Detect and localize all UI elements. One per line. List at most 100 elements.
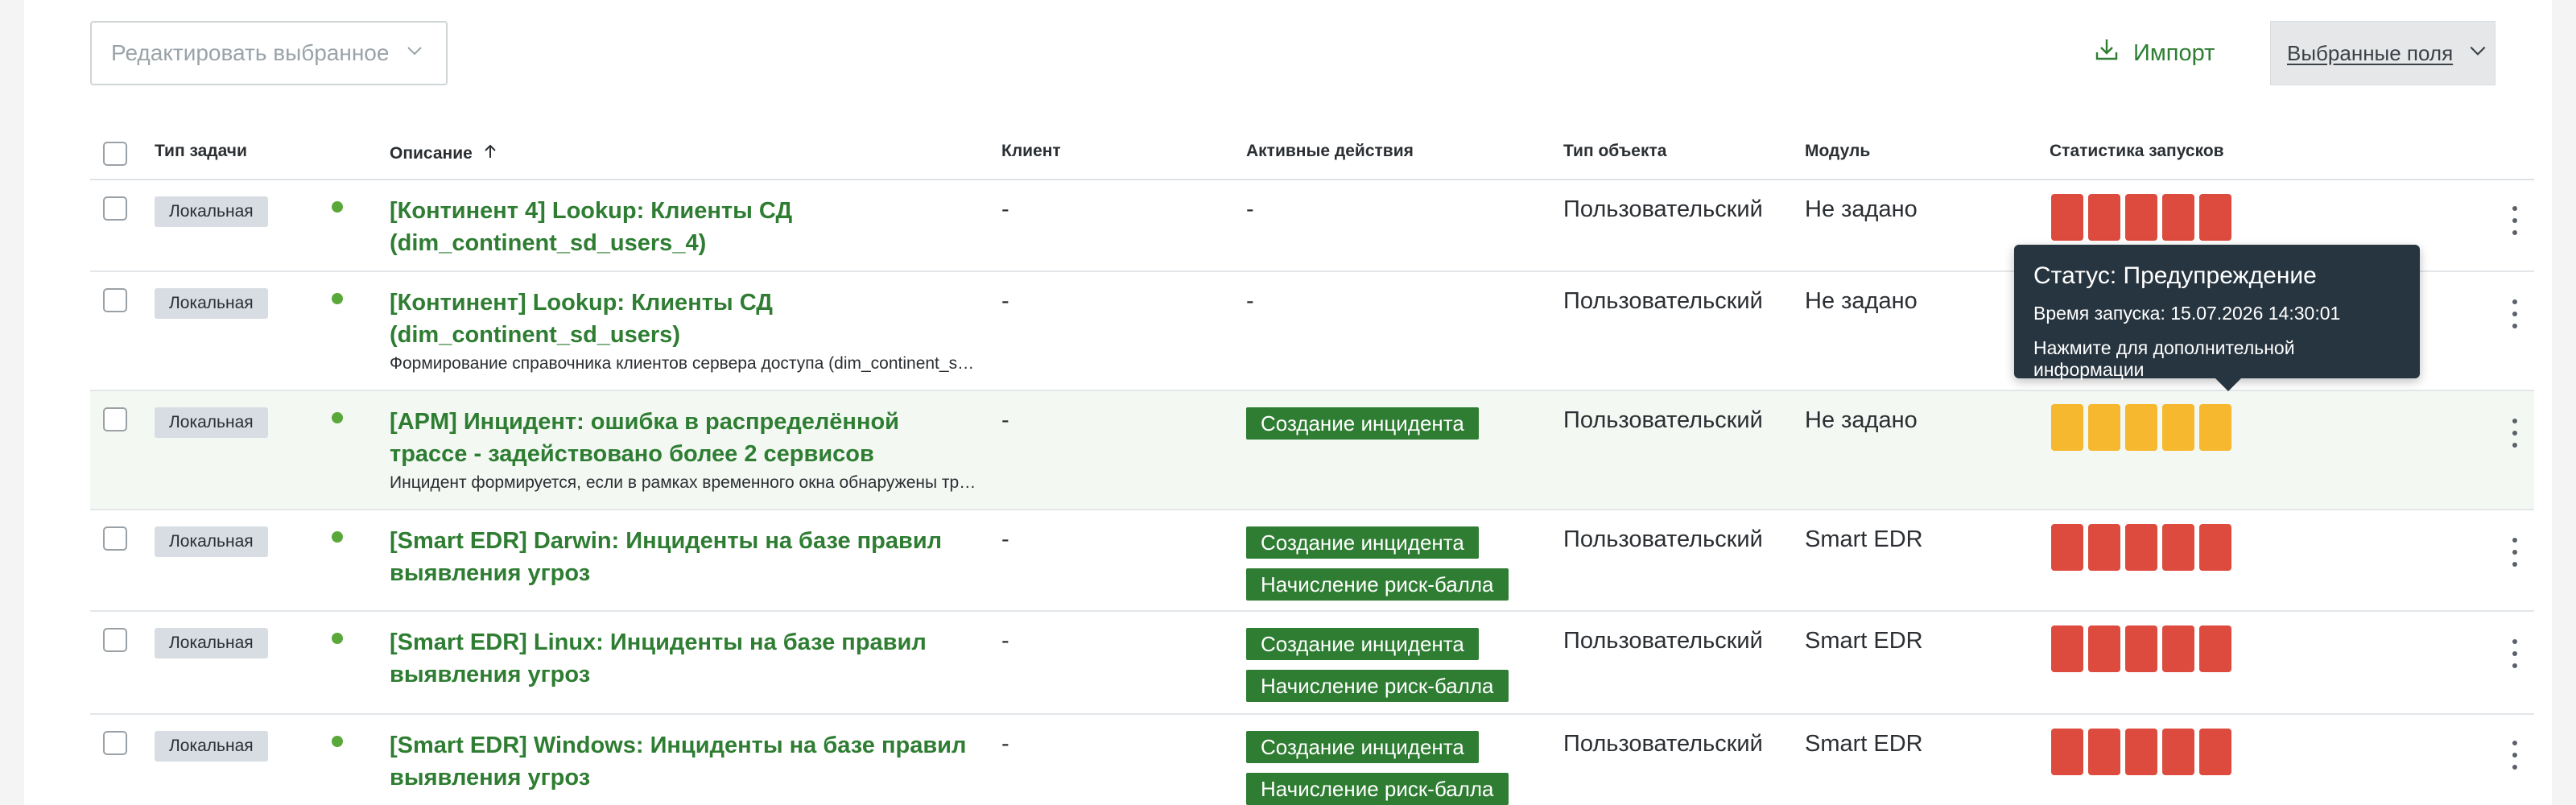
run-status-tooltip: Статус: Предупреждение Время запуска: 15… — [2014, 245, 2420, 391]
run-stat-error[interactable] — [2162, 524, 2194, 571]
task-title-link[interactable]: [Smart EDR] Darwin: Инциденты на базе пр… — [390, 525, 969, 589]
object-type-cell: Пользовательский — [1563, 288, 1763, 314]
client-cell: - — [1001, 628, 1009, 654]
run-stat-error[interactable] — [2199, 729, 2231, 775]
run-stat-error[interactable] — [2088, 625, 2120, 672]
header-module[interactable]: Модуль — [1805, 142, 1870, 161]
table-row[interactable]: Локальная [Smart EDR] Linux: Инциденты н… — [90, 612, 2534, 715]
run-stat-error[interactable] — [2199, 194, 2231, 241]
edit-selected-dropdown[interactable]: Редактировать выбранное — [90, 21, 448, 85]
run-stat-error[interactable] — [2199, 625, 2231, 672]
task-type-badge: Локальная — [155, 526, 268, 557]
header-client[interactable]: Клиент — [1001, 142, 1061, 161]
table-row[interactable]: Локальная [Smart EDR] Windows: Инциденты… — [90, 715, 2534, 805]
more-vertical-icon[interactable] — [2505, 538, 2524, 567]
task-title-link[interactable]: [Smart EDR] Linux: Инциденты на базе пра… — [390, 626, 969, 691]
import-icon — [2093, 36, 2120, 70]
client-cell: - — [1001, 196, 1009, 222]
run-stat-error[interactable] — [2051, 625, 2083, 672]
select-all-checkbox[interactable] — [103, 142, 127, 166]
run-stat-error[interactable] — [2199, 524, 2231, 571]
selected-fields-label: Выбранные поля — [2287, 40, 2454, 65]
object-type-cell: Пользовательский — [1563, 407, 1763, 433]
action-create-incident: Создание инцидента — [1246, 731, 1479, 763]
import-button[interactable]: Импорт — [2093, 21, 2215, 85]
header-run-stats[interactable]: Статистика запусков — [2050, 142, 2224, 161]
row-checkbox[interactable] — [103, 288, 127, 312]
task-title-link[interactable]: [Континент] Lookup: Клиенты СД (dim_cont… — [390, 287, 969, 351]
run-stat-warning[interactable] — [2199, 404, 2231, 451]
task-description: Инцидент формируется, если в рамках врем… — [390, 473, 977, 492]
run-stat-error[interactable] — [2162, 194, 2194, 241]
more-vertical-icon[interactable] — [2505, 419, 2524, 448]
tasks-panel: Редактировать выбранное Импорт Выбранные… — [24, 0, 2552, 805]
run-stat-error[interactable] — [2125, 194, 2157, 241]
import-label: Импорт — [2133, 39, 2215, 66]
status-dot — [332, 293, 343, 304]
row-checkbox[interactable] — [103, 628, 127, 652]
more-vertical-icon[interactable] — [2505, 299, 2524, 328]
run-stat-error[interactable] — [2162, 625, 2194, 672]
module-cell: Не задано — [1805, 407, 1918, 433]
object-type-cell: Пользовательский — [1563, 628, 1763, 654]
run-stat-error[interactable] — [2125, 729, 2157, 775]
table-row[interactable]: Локальная [Smart EDR] Darwin: Инциденты … — [90, 510, 2534, 612]
run-stat-error[interactable] — [2125, 625, 2157, 672]
status-dot — [332, 633, 343, 644]
run-stat-warning[interactable] — [2088, 404, 2120, 451]
run-stats — [2051, 404, 2231, 451]
more-vertical-icon[interactable] — [2505, 639, 2524, 668]
run-stat-error[interactable] — [2088, 194, 2120, 241]
task-type-badge: Локальная — [155, 288, 268, 319]
run-stats — [2051, 524, 2231, 571]
run-stat-error[interactable] — [2162, 729, 2194, 775]
row-checkbox[interactable] — [103, 196, 127, 221]
chevron-down-icon — [2467, 40, 2488, 67]
run-stat-warning[interactable] — [2051, 404, 2083, 451]
run-stat-error[interactable] — [2088, 524, 2120, 571]
header-description[interactable]: Описание — [390, 142, 500, 166]
object-type-cell: Пользовательский — [1563, 526, 1763, 552]
run-stat-error[interactable] — [2051, 729, 2083, 775]
more-vertical-icon[interactable] — [2505, 741, 2524, 770]
actions-cell: - — [1246, 196, 1254, 222]
action-risk-score: Начисление риск-балла — [1246, 773, 1509, 805]
run-stat-warning[interactable] — [2125, 404, 2157, 451]
run-stats — [2051, 194, 2231, 241]
row-checkbox[interactable] — [103, 407, 127, 431]
selected-fields-dropdown[interactable]: Выбранные поля — [2270, 21, 2496, 85]
table-row[interactable]: Локальная [APM] Инцидент: ошибка в распр… — [90, 391, 2534, 510]
client-cell: - — [1001, 288, 1009, 314]
object-type-cell: Пользовательский — [1563, 196, 1763, 222]
status-dot — [332, 531, 343, 543]
task-title-link[interactable]: [APM] Инцидент: ошибка в распределённой … — [390, 406, 969, 470]
object-type-cell: Пользовательский — [1563, 731, 1763, 757]
edit-selected-label: Редактировать выбранное — [111, 40, 390, 65]
run-stat-warning[interactable] — [2162, 404, 2194, 451]
run-stat-error[interactable] — [2051, 524, 2083, 571]
run-stat-error[interactable] — [2125, 524, 2157, 571]
header-active-actions[interactable]: Активные действия — [1246, 142, 1414, 161]
module-cell: Не задано — [1805, 196, 1918, 222]
header-object-type[interactable]: Тип объекта — [1563, 142, 1666, 161]
arrow-up-icon — [481, 142, 500, 166]
task-title-link[interactable]: [Континент 4] Lookup: Клиенты СД (dim_co… — [390, 195, 969, 259]
client-cell: - — [1001, 407, 1009, 433]
run-stat-error[interactable] — [2051, 194, 2083, 241]
table-header: Тип задачи Описание Клиент Активные дейс… — [90, 129, 2534, 180]
client-cell: - — [1001, 731, 1009, 757]
run-stats — [2051, 625, 2231, 672]
row-checkbox[interactable] — [103, 526, 127, 551]
run-stat-error[interactable] — [2088, 729, 2120, 775]
chevron-down-icon — [405, 40, 424, 66]
more-vertical-icon[interactable] — [2505, 206, 2524, 235]
module-cell: Smart EDR — [1805, 526, 1923, 552]
status-dot — [332, 412, 343, 423]
action-create-incident: Создание инцидента — [1246, 526, 1479, 559]
row-checkbox[interactable] — [103, 731, 127, 755]
task-description: Формирование справочника клиентов сервер… — [390, 354, 977, 373]
client-cell: - — [1001, 526, 1009, 552]
header-task-type[interactable]: Тип задачи — [155, 142, 247, 161]
task-type-badge: Локальная — [155, 628, 268, 658]
task-title-link[interactable]: [Smart EDR] Windows: Инциденты на базе п… — [390, 729, 969, 794]
